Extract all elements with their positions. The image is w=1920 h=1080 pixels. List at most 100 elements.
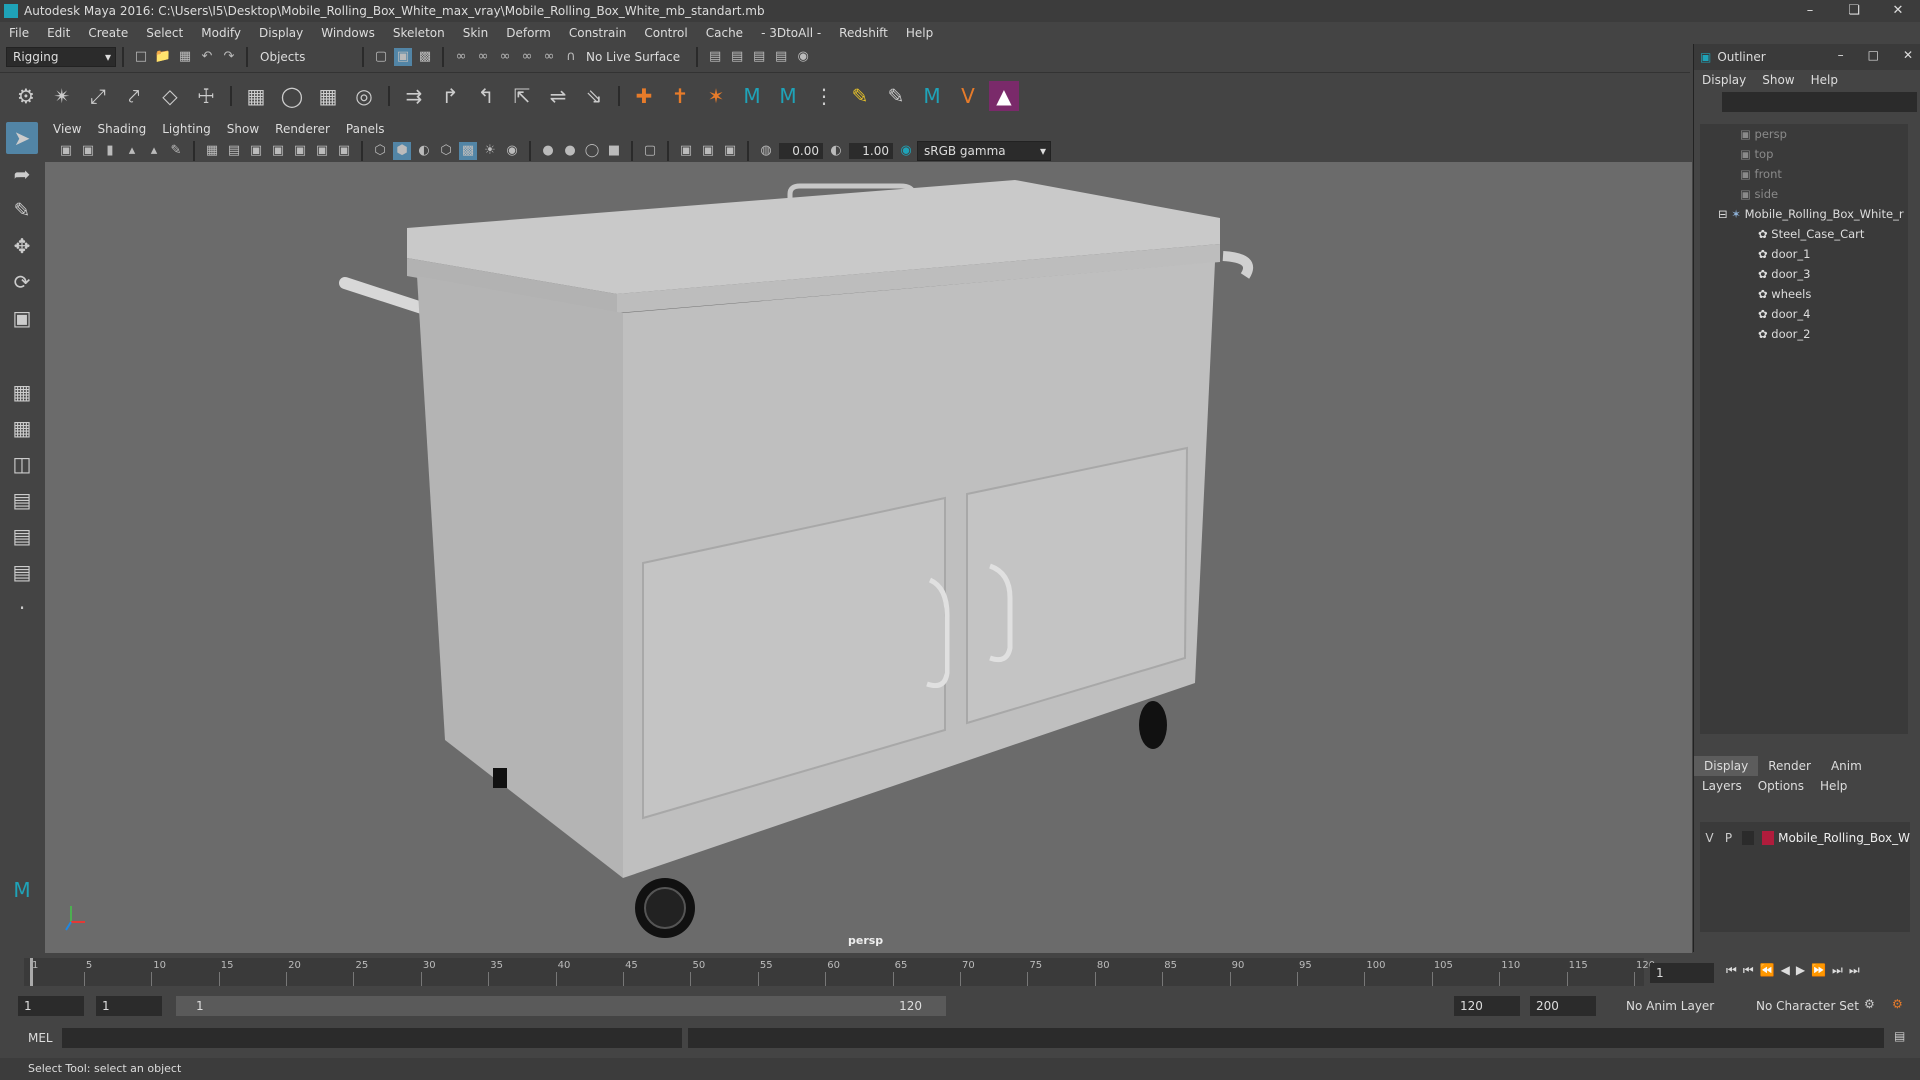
cluster-icon[interactable]: ◎ bbox=[349, 81, 379, 111]
outliner-item-door-2[interactable]: ✿ door_2 bbox=[1700, 324, 1908, 344]
outliner-item-persp[interactable]: ▣ persp bbox=[1700, 124, 1908, 144]
safe-action-icon[interactable]: ▣ bbox=[313, 142, 331, 160]
grease-pencil-icon[interactable]: ✎ bbox=[167, 142, 185, 160]
menu-create[interactable]: Create bbox=[88, 26, 128, 40]
scale-tool-icon[interactable]: ▣ bbox=[6, 302, 38, 334]
render-settings-icon[interactable]: ▤ bbox=[706, 48, 724, 66]
hypershade-layout-icon[interactable]: ▤ bbox=[6, 556, 38, 588]
aim-constraint-icon[interactable]: ⇌ bbox=[543, 81, 573, 111]
outliner-max-icon[interactable]: □ bbox=[1868, 48, 1879, 62]
selection-mode-dropdown[interactable]: Objects bbox=[254, 48, 356, 66]
field-chart-icon[interactable]: ▣ bbox=[291, 142, 309, 160]
outliner-item-door-3[interactable]: ✿ door_3 bbox=[1700, 264, 1908, 284]
grid-icon[interactable]: ▦ bbox=[203, 142, 221, 160]
layer-color-swatch[interactable] bbox=[1762, 831, 1775, 845]
save-scene-icon[interactable]: ▦ bbox=[176, 48, 194, 66]
use-lights-icon[interactable]: ☀ bbox=[481, 142, 499, 160]
colorspace-dropdown[interactable]: sRGB gamma ▾ bbox=[917, 141, 1051, 161]
xray-icon[interactable]: ▣ bbox=[677, 142, 695, 160]
layer-playback-toggle[interactable]: P bbox=[1719, 831, 1738, 845]
outliner-item-top[interactable]: ▣ top bbox=[1700, 144, 1908, 164]
select-component-icon[interactable]: ▩ bbox=[416, 48, 434, 66]
lasso-tool-icon[interactable]: ➦ bbox=[6, 158, 38, 190]
paint-icon[interactable]: ✎ bbox=[845, 81, 875, 111]
ik-handle-icon[interactable]: ⤢ bbox=[83, 81, 113, 111]
mel-command-input[interactable] bbox=[62, 1028, 682, 1048]
step-forward-frame-icon[interactable]: ⏩ bbox=[1811, 963, 1826, 978]
vp-menu-shading[interactable]: Shading bbox=[97, 122, 146, 136]
outliner-menu-display[interactable]: Display bbox=[1702, 73, 1746, 87]
move-tool-icon[interactable]: ✥ bbox=[6, 230, 38, 262]
four-view-icon[interactable]: ▦ bbox=[6, 412, 38, 444]
isolate-select-icon[interactable]: ▢ bbox=[641, 142, 659, 160]
menu-constrain[interactable]: Constrain bbox=[569, 26, 627, 40]
v-icon[interactable]: V bbox=[953, 81, 983, 111]
orient-constraint-icon[interactable]: ↰ bbox=[471, 81, 501, 111]
vp-menu-view[interactable]: View bbox=[53, 122, 81, 136]
menu-skeleton[interactable]: Skeleton bbox=[393, 26, 445, 40]
viewport-panel[interactable]: persp bbox=[45, 118, 1692, 953]
outliner-layout-icon[interactable]: ▤ bbox=[6, 484, 38, 516]
outliner-item-door-1[interactable]: ✿ door_1 bbox=[1700, 244, 1908, 264]
xray-components-icon[interactable]: ▣ bbox=[721, 142, 739, 160]
more-layouts-icon[interactable]: · bbox=[6, 592, 38, 624]
menu-file[interactable]: File bbox=[9, 26, 29, 40]
outliner-item-steel-case-cart[interactable]: ✿ Steel_Case_Cart bbox=[1700, 224, 1908, 244]
outliner-menu-show[interactable]: Show bbox=[1762, 73, 1794, 87]
vp-menu-panels[interactable]: Panels bbox=[346, 122, 385, 136]
color-management-icon[interactable]: ◉ bbox=[897, 142, 915, 160]
step-forward-key-icon[interactable]: ⏭ bbox=[1832, 963, 1843, 978]
playback-end-field[interactable]: 120 bbox=[1454, 996, 1520, 1016]
film-gate-icon[interactable]: ▤ bbox=[225, 142, 243, 160]
shadows-icon[interactable]: ◉ bbox=[503, 142, 521, 160]
outliner-menu-help[interactable]: Help bbox=[1811, 73, 1838, 87]
exposure-field[interactable]: 0.00 bbox=[779, 143, 823, 159]
redo-icon[interactable]: ↷ bbox=[220, 48, 238, 66]
gate-mask-icon[interactable]: ▣ bbox=[269, 142, 287, 160]
outliner-close-icon[interactable]: ✕ bbox=[1903, 48, 1913, 62]
magnet-icon[interactable]: ∩ bbox=[562, 48, 580, 66]
single-view-icon[interactable]: ▦ bbox=[6, 376, 38, 408]
maya-logo-icon[interactable]: M bbox=[737, 81, 767, 111]
paint-select-icon[interactable]: ✎ bbox=[6, 194, 38, 226]
lattice-icon[interactable]: ▦ bbox=[313, 81, 343, 111]
snap-point-icon[interactable]: ∞ bbox=[496, 48, 514, 66]
graph-layout-icon[interactable]: ▤ bbox=[6, 520, 38, 552]
live-surface-label[interactable]: No Live Surface bbox=[586, 50, 680, 64]
maximize-button[interactable]: ❏ bbox=[1832, 0, 1876, 22]
auto-key-icon[interactable]: ⚙ bbox=[1892, 997, 1903, 1011]
tab-display[interactable]: Display bbox=[1694, 756, 1759, 776]
anim-prefs-icon[interactable]: ⚙ bbox=[1864, 997, 1875, 1011]
depth-of-field-icon[interactable]: ■ bbox=[605, 142, 623, 160]
script-icon[interactable]: ⋮ bbox=[809, 81, 839, 111]
layer-type-toggle[interactable] bbox=[1741, 831, 1755, 845]
layer-menu-help[interactable]: Help bbox=[1820, 779, 1847, 793]
menu-modify[interactable]: Modify bbox=[201, 26, 241, 40]
handle-icon[interactable]: ✝ bbox=[665, 81, 695, 111]
image-plane-icon[interactable]: ▴ bbox=[123, 142, 141, 160]
locator-icon[interactable]: ✚ bbox=[629, 81, 659, 111]
scale-constraint-icon[interactable]: ⇱ bbox=[507, 81, 537, 111]
layer-menu-layers[interactable]: Layers bbox=[1702, 779, 1742, 793]
textured-icon[interactable]: ▩ bbox=[459, 142, 477, 160]
close-button[interactable]: ✕ bbox=[1876, 0, 1920, 22]
snap-surface-icon[interactable]: ∞ bbox=[540, 48, 558, 66]
layer-visibility-toggle[interactable]: V bbox=[1700, 831, 1719, 845]
ipr-render-icon[interactable]: ▤ bbox=[750, 48, 768, 66]
menu-display[interactable]: Display bbox=[259, 26, 303, 40]
outliner-item-door-4[interactable]: ✿ door_4 bbox=[1700, 304, 1908, 324]
layer-menu-options[interactable]: Options bbox=[1758, 779, 1804, 793]
marker-icon[interactable]: ✶ bbox=[701, 81, 731, 111]
wireframe-on-shaded-icon[interactable]: ⬡ bbox=[437, 142, 455, 160]
play-backward-icon[interactable]: ◀ bbox=[1781, 963, 1790, 978]
resolution-gate-icon[interactable]: ▣ bbox=[247, 142, 265, 160]
wireframe-icon[interactable]: ⬡ bbox=[371, 142, 389, 160]
rotate-tool-icon[interactable]: ⟳ bbox=[6, 266, 38, 298]
layer-row[interactable]: V P Mobile_Rolling_Box_W bbox=[1700, 828, 1910, 848]
bind-skin-icon[interactable]: ▦ bbox=[241, 81, 271, 111]
menu-control[interactable]: Control bbox=[644, 26, 687, 40]
anti-alias-icon[interactable]: ◯ bbox=[583, 142, 601, 160]
tab-render[interactable]: Render bbox=[1758, 756, 1821, 776]
paint-weights-icon[interactable]: ◯ bbox=[277, 81, 307, 111]
play-forward-icon[interactable]: ▶ bbox=[1796, 963, 1805, 978]
